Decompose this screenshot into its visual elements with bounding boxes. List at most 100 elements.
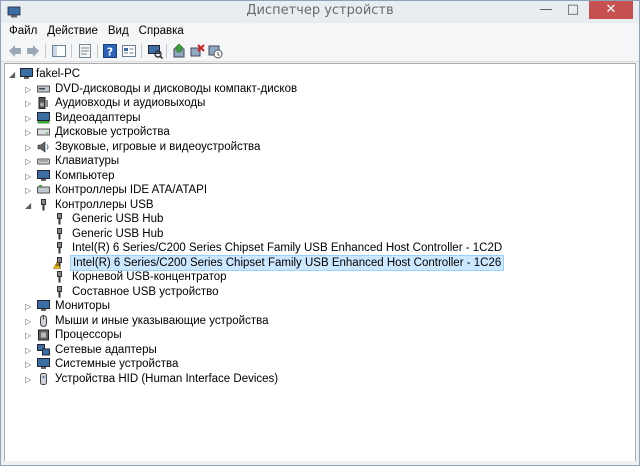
tree-node-label: Generic USB Hub [72, 213, 164, 225]
status-bar [1, 461, 639, 465]
disk-drive-icon [37, 128, 50, 136]
expand-arrow-icon[interactable]: ▷ [25, 186, 33, 195]
menu-file[interactable]: Файл [4, 23, 42, 37]
menu-bar: Файл Действие Вид Справка [1, 23, 639, 41]
network-adapter-icon [37, 343, 50, 355]
view-icon[interactable] [121, 43, 137, 59]
tree-node-monitors[interactable]: ▷ Мониторы [25, 299, 425, 314]
tree-node-sound-devices[interactable]: ▷ Звуковые, игровые и видеоустройства [25, 140, 425, 155]
forward-icon[interactable] [25, 43, 41, 59]
usb-device-icon [57, 285, 62, 297]
menu-view[interactable]: Вид [103, 23, 134, 37]
usb-device-icon [57, 271, 62, 283]
monitor-icon [37, 300, 50, 311]
collapse-arrow-icon[interactable]: ◢ [25, 201, 33, 210]
tree-node-label: Видеоадаптеры [55, 111, 141, 124]
ide-controller-icon [37, 185, 50, 194]
update-driver-icon[interactable] [171, 43, 187, 59]
back-icon[interactable] [7, 43, 23, 59]
expand-arrow-icon[interactable]: ▷ [25, 128, 33, 137]
tree-node-mice[interactable]: ▷ Мыши и иные указывающие устройства [25, 314, 425, 329]
mouse-icon [40, 314, 47, 327]
expand-arrow-icon[interactable]: ▷ [25, 302, 33, 311]
toolbar: ? [1, 41, 639, 62]
tree-child-usb-hub-1[interactable]: Generic USB Hub [53, 212, 453, 227]
tree-node-label: Составное USB устройство [72, 285, 219, 298]
device-manager-window: Диспетчер устройств — □ ✕ Файл Действие Ви… [0, 0, 640, 466]
expand-arrow-icon[interactable]: ▷ [25, 360, 33, 369]
tree-node-ide-controllers[interactable]: ▷ Контроллеры IDE ATA/ATAPI [25, 183, 425, 198]
device-tree[interactable]: ◢ fakel-PC ▷ DVD-дисководы и дисководы к… [4, 63, 636, 463]
processor-icon [38, 329, 49, 341]
scan-hardware-icon[interactable] [147, 43, 163, 59]
tree-node-label: Intel(R) 6 Series/C200 Series Chipset Fa… [72, 242, 503, 254]
tree-node-label: Контроллеры IDE ATA/ATAPI [55, 184, 208, 196]
tree-node-system-devices[interactable]: ▷ Системные устройства [25, 357, 425, 372]
tree-node-label: Сетевые адаптеры [55, 343, 157, 356]
tree-node-usb-controllers[interactable]: ◢ Контроллеры USB [25, 198, 425, 213]
tree-node-computer[interactable]: ▷ Компьютер [25, 169, 425, 184]
tree-node-processors[interactable]: ▷ Процессоры [25, 328, 425, 343]
tree-node-label: Аудиовходы и аудиовыходы [55, 97, 206, 109]
expand-arrow-icon[interactable]: ▷ [25, 172, 33, 181]
toolbar-separator [71, 44, 72, 58]
usb-device-icon [57, 213, 62, 225]
tree-child-root-hub[interactable]: Корневой USB-концентратор [53, 270, 453, 285]
tree-node-label: Контроллеры USB [55, 198, 154, 211]
tree-node-keyboards[interactable]: ▷ Клавиатуры [25, 154, 425, 169]
close-button[interactable]: ✕ [589, 1, 633, 19]
menu-action[interactable]: Действие [42, 23, 103, 37]
expand-arrow-icon[interactable]: ▷ [25, 85, 33, 94]
expand-arrow-icon[interactable]: ▷ [25, 114, 33, 123]
properties-icon[interactable] [77, 43, 93, 59]
system-device-icon [37, 358, 50, 369]
tree-node-network-adapters[interactable]: ▷ Сетевые адаптеры [25, 343, 425, 358]
toolbar-separator [45, 44, 46, 58]
tree-child-host-controller-1c2d[interactable]: Intel(R) 6 Series/C200 Series Chipset Fa… [53, 241, 553, 256]
show-hide-tree-icon[interactable] [51, 43, 67, 59]
tree-child-composite-device[interactable]: Составное USB устройство [53, 285, 453, 300]
expand-arrow-icon[interactable]: ▷ [25, 317, 33, 326]
toolbar-separator [166, 44, 167, 58]
warning-usb-device-icon [53, 256, 62, 269]
tree-node-label: Звуковые, игровые и видеоустройства [55, 140, 261, 153]
expand-arrow-icon[interactable]: ▷ [25, 143, 33, 152]
tree-node-video-adapters[interactable]: ▷ Видеоадаптеры [25, 111, 425, 126]
tree-node-hid-devices[interactable]: ▷ Устройства HID (Human Interface Device… [25, 372, 425, 387]
tree-node-disk-drives[interactable]: ▷ Дисковые устройства [25, 125, 425, 140]
dvd-drive-icon [37, 85, 50, 92]
uninstall-device-icon[interactable] [189, 43, 205, 59]
title-bar[interactable]: Диспетчер устройств — □ ✕ [1, 1, 639, 23]
tree-node-dvd[interactable]: ▷ DVD-дисководы и дисководы компакт-диск… [25, 82, 425, 97]
toolbar-separator [141, 44, 142, 58]
display-adapter-icon [37, 111, 50, 123]
tree-node-label: Устройства HID (Human Interface Devices) [55, 372, 279, 385]
computer-icon [20, 68, 33, 79]
tree-node-label: Системные устройства [55, 358, 179, 370]
expand-arrow-icon[interactable]: ▷ [25, 375, 33, 384]
usb-controller-icon [41, 198, 46, 210]
tree-root[interactable]: ◢ fakel-PC [9, 67, 309, 82]
disable-device-icon[interactable] [207, 43, 223, 59]
collapse-arrow-icon[interactable]: ◢ [9, 70, 17, 79]
tree-node-label: Мониторы [55, 300, 111, 312]
hid-device-icon [40, 372, 47, 385]
tree-node-label: Generic USB Hub [72, 227, 164, 240]
expand-arrow-icon[interactable]: ▷ [25, 346, 33, 355]
computer-icon [37, 169, 50, 181]
tree-node-label: Процессоры [55, 329, 122, 341]
expand-arrow-icon[interactable]: ▷ [25, 331, 33, 340]
expand-arrow-icon[interactable]: ▷ [25, 157, 33, 166]
keyboard-icon [37, 158, 50, 165]
tree-node-label: Компьютер [55, 169, 115, 182]
tree-child-host-controller-1c26[interactable]: Intel(R) 6 Series/C200 Series Chipset Fa… [53, 254, 553, 271]
tree-node-label: Дисковые устройства [55, 126, 170, 138]
menu-help[interactable]: Справка [134, 23, 189, 37]
tree-node-label: Корневой USB-концентратор [72, 271, 227, 283]
minimize-button[interactable]: — [533, 1, 559, 19]
tree-node-audio-io[interactable]: ▷ Аудиовходы и аудиовыходы [25, 96, 425, 111]
tree-child-usb-hub-2[interactable]: Generic USB Hub [53, 227, 453, 242]
expand-arrow-icon[interactable]: ▷ [25, 99, 33, 108]
maximize-button[interactable]: □ [560, 1, 586, 19]
help-icon[interactable]: ? [102, 43, 118, 59]
